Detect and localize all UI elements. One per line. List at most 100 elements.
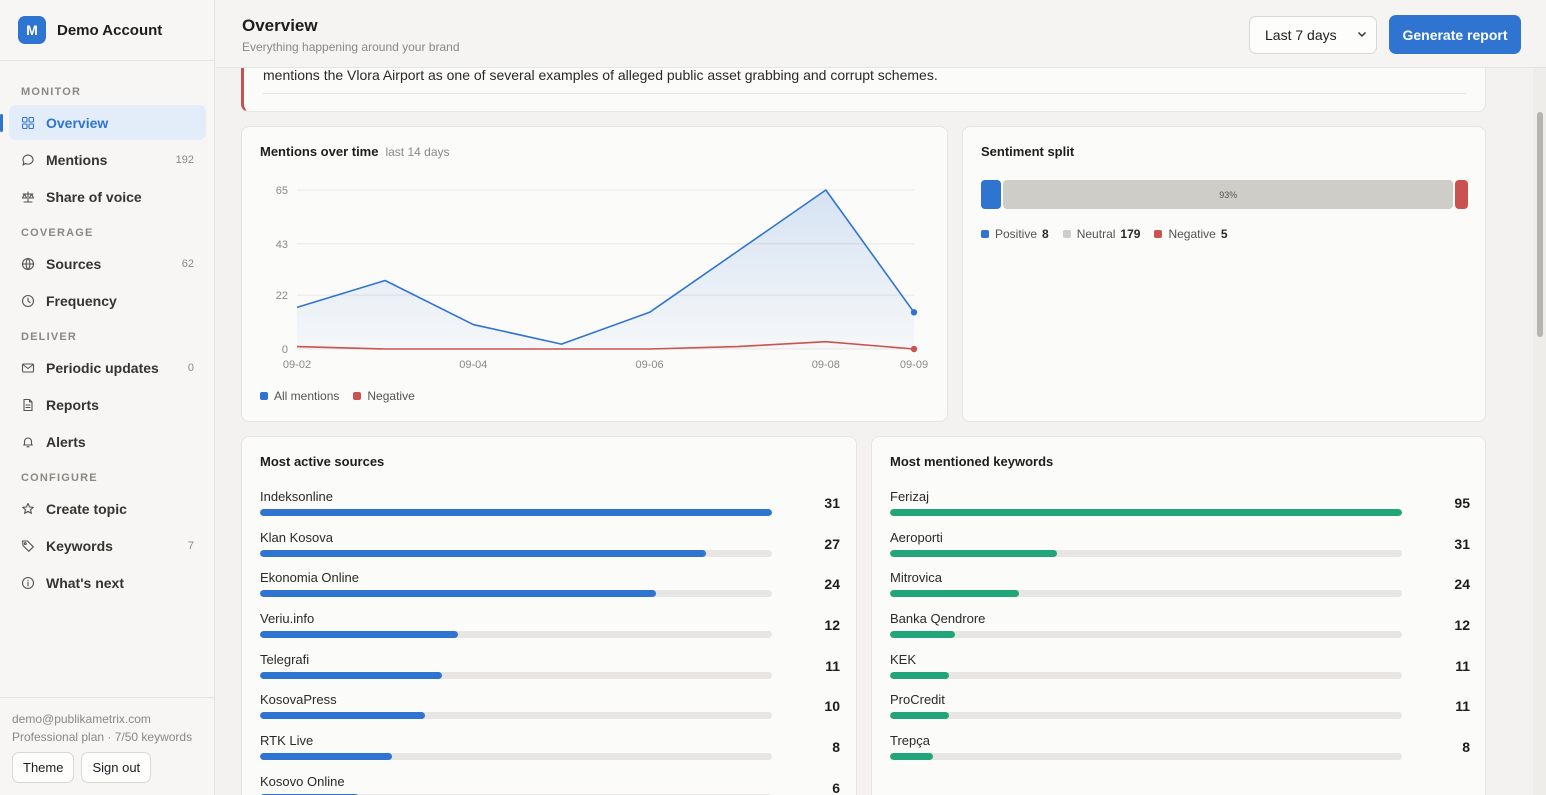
scale-icon xyxy=(21,190,35,204)
sidebar-item-create-topic[interactable]: Create topic xyxy=(9,491,206,526)
row-label: Mitrovica xyxy=(890,570,943,586)
all-mentions-area xyxy=(297,190,914,349)
sidebar-item-mentions[interactable]: Mentions 192 xyxy=(9,142,206,177)
sources-title: Most active sources xyxy=(260,454,385,469)
sidebar-item-count: 62 xyxy=(181,257,194,270)
legend-item: Negative xyxy=(353,389,415,403)
bar-fill xyxy=(890,590,1020,598)
sources-list: Indeksonline 31 Klan Kosova 27 Ekonomia Onli… xyxy=(260,487,840,795)
source-row[interactable]: Kosovo Online 6 xyxy=(260,772,840,795)
row-label: Banka Qendrore xyxy=(890,611,986,627)
y-tick-label: 22 xyxy=(276,290,288,302)
sign-out-button[interactable]: Sign out xyxy=(81,752,152,783)
bar-track xyxy=(890,631,1402,639)
sentiment-legend-item: Negative 5 xyxy=(1154,227,1228,241)
bar-track xyxy=(890,509,1402,516)
keyword-row[interactable]: Aeroporti 31 xyxy=(890,528,1470,569)
row-label: Ekonomia Online xyxy=(260,570,359,586)
bar-track xyxy=(260,590,772,598)
row-label: Klan Kosova xyxy=(260,529,333,545)
legend-swatch xyxy=(353,392,362,400)
sidebar-item-label: Mentions xyxy=(46,151,108,168)
keyword-row[interactable]: KEK 11 xyxy=(890,650,1470,691)
row-label: Indeksonline xyxy=(260,489,333,504)
source-row[interactable]: Klan Kosova 27 xyxy=(260,528,840,569)
sidebar-item-what-s-next[interactable]: What's next xyxy=(9,565,206,600)
sidebar-item-label: Frequency xyxy=(46,292,117,309)
row-count: 10 xyxy=(824,698,840,715)
row-count: 11 xyxy=(1455,657,1470,674)
sidebar-item-count: 0 xyxy=(187,361,194,374)
page-title: Overview xyxy=(242,16,318,35)
sidebar-item-sources[interactable]: Sources 62 xyxy=(9,246,206,281)
row-label: Ferizaj xyxy=(890,489,930,504)
date-range-value: Last 7 days xyxy=(1265,27,1337,43)
sidebar-item-reports[interactable]: Reports xyxy=(9,387,206,422)
x-tick-label: 09-02 xyxy=(283,359,311,371)
row-label: Veriu.info xyxy=(260,611,315,627)
row-label: Kosovo Online xyxy=(260,773,345,789)
bar-track xyxy=(260,671,772,679)
bar-track xyxy=(890,549,1402,557)
sidebar-item-label: Keywords xyxy=(46,537,113,554)
bar-fill xyxy=(260,671,442,679)
bar-fill xyxy=(890,509,1402,516)
alert-mention-text: mentions the Vlora Airport as one of sev… xyxy=(263,67,938,83)
sidebar-item-alerts[interactable]: Alerts xyxy=(9,424,206,459)
keywords-title: Most mentioned keywords xyxy=(890,454,1054,469)
star-icon xyxy=(21,502,35,516)
row-label: Trepça xyxy=(890,733,930,749)
bar-fill xyxy=(260,631,459,639)
source-row[interactable]: KosovaPress 10 xyxy=(260,690,840,731)
main-scrollbar-thumb[interactable] xyxy=(1537,112,1543,337)
sidebar-item-frequency[interactable]: Frequency xyxy=(9,283,206,318)
sidebar-item-count: 7 xyxy=(187,539,194,552)
row-count: 11 xyxy=(1455,698,1470,715)
bar-fill xyxy=(260,712,426,720)
sentiment-legend: Positive 8 Neutral 179 Negative 5 xyxy=(981,227,1242,241)
negative-point xyxy=(910,345,918,353)
keyword-row[interactable]: Trepça 8 xyxy=(890,731,1470,772)
row-count: 12 xyxy=(1454,617,1470,634)
bar-fill xyxy=(890,671,950,679)
sidebar-item-label: What's next xyxy=(46,574,125,591)
mail-icon xyxy=(21,361,35,375)
divider xyxy=(263,93,1466,94)
nav-section-coverage: COVERAGE xyxy=(21,227,94,239)
date-range-select[interactable]: Last 7 days xyxy=(1249,16,1377,54)
theme-button[interactable]: Theme xyxy=(12,752,75,783)
account-switcher[interactable]: M Demo Account xyxy=(0,0,214,61)
bar-fill xyxy=(260,509,772,516)
source-row[interactable]: Telegrafi 11 xyxy=(260,650,840,691)
source-row[interactable]: Ekonomia Online 24 xyxy=(260,568,840,609)
source-row[interactable]: Indeksonline 31 xyxy=(260,487,840,528)
sidebar-item-label: Alerts xyxy=(46,433,86,450)
keyword-row[interactable]: Banka Qendrore 12 xyxy=(890,609,1470,650)
generate-report-button[interactable]: Generate report xyxy=(1389,15,1521,54)
sidebar-item-overview[interactable]: Overview xyxy=(0,105,206,140)
bar-track xyxy=(890,590,1402,598)
bar-track xyxy=(890,671,1402,679)
row-label: Telegrafi xyxy=(260,651,310,667)
keyword-row[interactable]: ProCredit 11 xyxy=(890,690,1470,731)
sidebar-item-periodic-updates[interactable]: Periodic updates 0 xyxy=(9,350,206,385)
row-count: 31 xyxy=(1454,535,1470,552)
bar-fill xyxy=(260,590,657,598)
sidebar-item-keywords[interactable]: Keywords 7 xyxy=(9,528,206,563)
source-row[interactable]: Veriu.info 12 xyxy=(260,609,840,650)
sentiment-split-card: Sentiment split 93% Positive 8 Neutral 179 N… xyxy=(962,126,1486,422)
row-count: 12 xyxy=(824,617,840,634)
page-subtitle: Everything happening around your brand xyxy=(242,40,460,54)
sidebar-item-share-of-voice[interactable]: Share of voice xyxy=(9,179,206,214)
account-name: Demo Account xyxy=(57,21,163,39)
y-tick-label: 0 xyxy=(282,344,288,356)
source-row[interactable]: RTK Live 8 xyxy=(260,731,840,772)
all-mentions-point xyxy=(910,309,918,316)
row-count: 31 xyxy=(824,495,840,511)
keyword-row[interactable]: Ferizaj 95 xyxy=(890,487,1470,528)
x-tick-label: 09-08 xyxy=(812,359,840,371)
row-label: KosovaPress xyxy=(260,692,337,708)
keyword-row[interactable]: Mitrovica 24 xyxy=(890,568,1470,609)
sentiment-bar: 93% xyxy=(981,180,1468,209)
row-count: 8 xyxy=(832,739,840,756)
